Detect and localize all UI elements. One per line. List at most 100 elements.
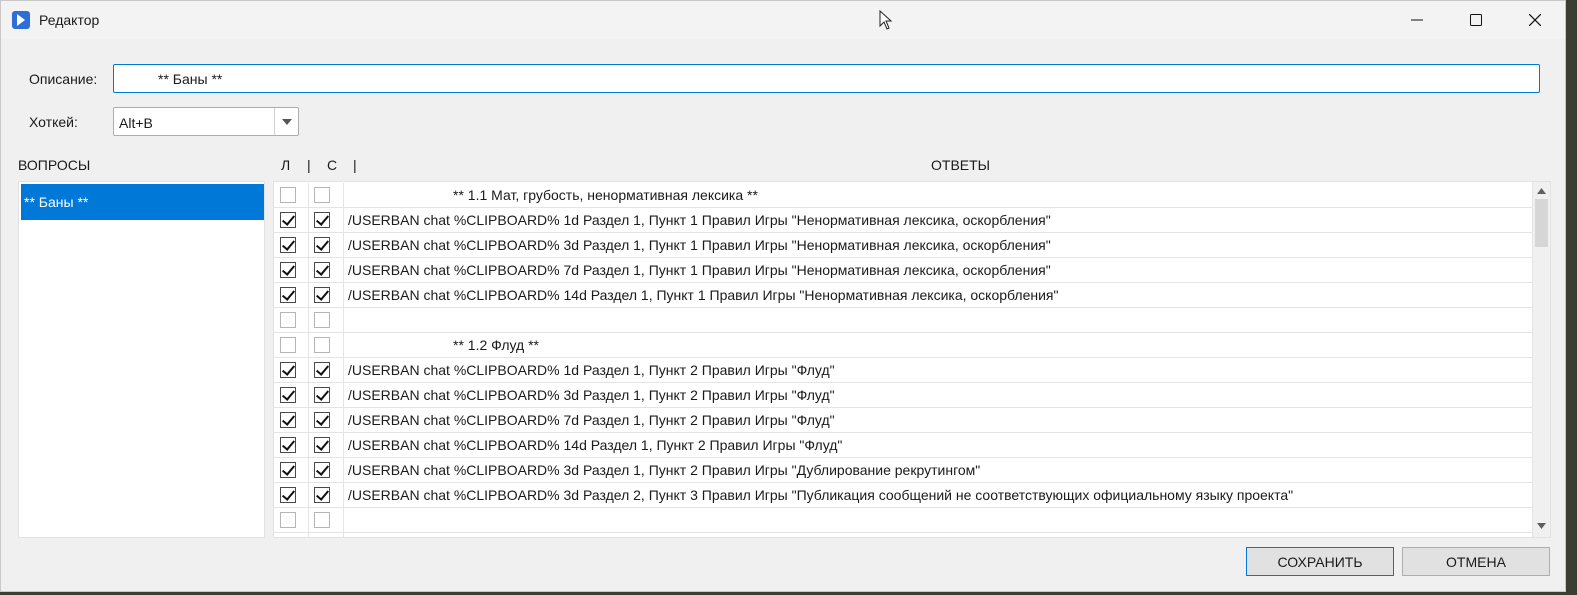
answer-l-cell: [274, 408, 309, 432]
answer-text[interactable]: /USERBAN chat %CLIPBOARD% 1d Раздел 1, П…: [348, 362, 835, 378]
hotkey-dropdown-button[interactable]: [274, 108, 298, 135]
answer-row[interactable]: /USERBAN chat %CLIPBOARD% 1d Раздел 1, П…: [274, 358, 1532, 383]
description-input[interactable]: [113, 64, 1540, 93]
answer-l-cell: [274, 483, 309, 507]
answer-text[interactable]: ** 1.1 Мат, грубость, ненормативная лекс…: [348, 187, 758, 203]
answer-text[interactable]: /USERBAN chat %CLIPBOARD% 3d Раздел 1, П…: [348, 387, 835, 403]
l-checkbox[interactable]: [280, 312, 296, 328]
c-checkbox[interactable]: [314, 237, 330, 253]
answer-text[interactable]: /USERBAN chat %CLIPBOARD% 7d Раздел 1, П…: [348, 412, 835, 428]
cancel-button[interactable]: ОТМЕНА: [1402, 547, 1550, 576]
answer-row[interactable]: /USERBAN chat %CLIPBOARD% 7d Раздел 1, П…: [274, 258, 1532, 283]
c-checkbox[interactable]: [314, 537, 330, 538]
l-checkbox[interactable]: [280, 537, 296, 538]
l-checkbox[interactable]: [280, 187, 296, 203]
l-checkbox[interactable]: [280, 412, 296, 428]
save-button[interactable]: СОХРАНИТЬ: [1246, 547, 1394, 576]
c-checkbox[interactable]: [314, 287, 330, 303]
c-checkbox[interactable]: [314, 312, 330, 328]
answer-l-cell: [274, 283, 309, 307]
mouse-cursor-icon: [879, 9, 893, 33]
c-checkbox[interactable]: [314, 412, 330, 428]
answer-c-cell: [308, 383, 344, 407]
answer-row[interactable]: /USERBAN chat %CLIPBOARD% 3d Раздел 1, П…: [274, 383, 1532, 408]
answer-c-cell: [308, 233, 344, 257]
answer-row[interactable]: [274, 533, 1532, 538]
answer-row[interactable]: ** 1.1 Мат, грубость, ненормативная лекс…: [274, 183, 1532, 208]
answer-row[interactable]: ** 1.2 Флуд **: [274, 333, 1532, 358]
c-checkbox[interactable]: [314, 387, 330, 403]
minimize-button[interactable]: [1388, 1, 1446, 39]
window-title: Редактор: [39, 12, 100, 28]
answer-row[interactable]: /USERBAN chat %CLIPBOARD% 3d Раздел 1, П…: [274, 233, 1532, 258]
l-checkbox[interactable]: [280, 262, 296, 278]
c-checkbox[interactable]: [314, 212, 330, 228]
answer-row[interactable]: [274, 308, 1532, 333]
scroll-up-arrow-icon[interactable]: [1537, 188, 1546, 194]
title-bar[interactable]: Редактор: [1, 1, 1565, 39]
c-checkbox[interactable]: [314, 362, 330, 378]
answer-row[interactable]: /USERBAN chat %CLIPBOARD% 3d Раздел 1, П…: [274, 458, 1532, 483]
c-checkbox[interactable]: [314, 462, 330, 478]
answer-c-cell: [308, 533, 344, 538]
close-icon: [1529, 14, 1541, 26]
close-button[interactable]: [1506, 1, 1564, 39]
answer-c-cell: [308, 408, 344, 432]
answer-c-cell: [308, 458, 344, 482]
question-item[interactable]: ** Баны **: [21, 184, 264, 220]
l-checkbox[interactable]: [280, 212, 296, 228]
questions-list[interactable]: ** Баны **: [18, 181, 265, 538]
answer-text[interactable]: /USERBAN chat %CLIPBOARD% 14d Раздел 1, …: [348, 437, 842, 453]
answer-text[interactable]: /USERBAN chat %CLIPBOARD% 3d Раздел 1, П…: [348, 462, 980, 478]
answer-l-cell: [274, 533, 309, 538]
column-c-header: С: [327, 157, 338, 173]
answer-text[interactable]: /USERBAN chat %CLIPBOARD% 3d Раздел 2, П…: [348, 487, 1293, 503]
c-checkbox[interactable]: [314, 187, 330, 203]
answer-l-cell: [274, 433, 309, 457]
answers-grid[interactable]: ** 1.1 Мат, грубость, ненормативная лекс…: [273, 181, 1551, 538]
app-logo-icon: [12, 11, 30, 29]
answer-l-cell: [274, 233, 309, 257]
answer-c-cell: [308, 433, 344, 457]
answer-l-cell: [274, 383, 309, 407]
column-separator: |: [353, 157, 357, 173]
answer-row[interactable]: /USERBAN chat %CLIPBOARD% 14d Раздел 1, …: [274, 283, 1532, 308]
c-checkbox[interactable]: [314, 437, 330, 453]
editor-window: Редактор Описание: Хоткей: Alt+B ВОПРОСЫ…: [0, 0, 1566, 592]
answer-text[interactable]: /USERBAN chat %CLIPBOARD% 3d Раздел 1, П…: [348, 237, 1051, 253]
answer-row[interactable]: /USERBAN chat %CLIPBOARD% 7d Раздел 1, П…: [274, 408, 1532, 433]
answer-row[interactable]: /USERBAN chat %CLIPBOARD% 1d Раздел 1, П…: [274, 208, 1532, 233]
l-checkbox[interactable]: [280, 462, 296, 478]
answer-c-cell: [308, 208, 344, 232]
scrollbar-thumb[interactable]: [1535, 199, 1548, 247]
c-checkbox[interactable]: [314, 512, 330, 528]
l-checkbox[interactable]: [280, 337, 296, 353]
scroll-down-arrow-icon[interactable]: [1537, 523, 1546, 529]
c-checkbox[interactable]: [314, 262, 330, 278]
c-checkbox[interactable]: [314, 487, 330, 503]
l-checkbox[interactable]: [280, 287, 296, 303]
answer-text[interactable]: /USERBAN chat %CLIPBOARD% 1d Раздел 1, П…: [348, 212, 1051, 228]
l-checkbox[interactable]: [280, 387, 296, 403]
l-checkbox[interactable]: [280, 437, 296, 453]
answer-row[interactable]: /USERBAN chat %CLIPBOARD% 14d Раздел 1, …: [274, 433, 1532, 458]
l-checkbox[interactable]: [280, 487, 296, 503]
hotkey-label: Хоткей:: [29, 114, 78, 130]
answer-text[interactable]: /USERBAN chat %CLIPBOARD% 14d Раздел 1, …: [348, 287, 1058, 303]
l-checkbox[interactable]: [280, 512, 296, 528]
column-separator: |: [307, 157, 311, 173]
answer-text[interactable]: ** 1.2 Флуд **: [348, 337, 539, 353]
chevron-down-icon: [282, 119, 292, 125]
answer-c-cell: [308, 258, 344, 282]
c-checkbox[interactable]: [314, 337, 330, 353]
answer-text[interactable]: /USERBAN chat %CLIPBOARD% 7d Раздел 1, П…: [348, 262, 1051, 278]
questions-header: ВОПРОСЫ: [18, 157, 91, 173]
hotkey-select[interactable]: Alt+B: [113, 107, 299, 136]
answer-row[interactable]: [274, 508, 1532, 533]
vertical-scrollbar[interactable]: [1532, 182, 1550, 537]
answer-c-cell: [308, 358, 344, 382]
answer-row[interactable]: /USERBAN chat %CLIPBOARD% 3d Раздел 2, П…: [274, 483, 1532, 508]
maximize-button[interactable]: [1447, 1, 1505, 39]
l-checkbox[interactable]: [280, 237, 296, 253]
l-checkbox[interactable]: [280, 362, 296, 378]
